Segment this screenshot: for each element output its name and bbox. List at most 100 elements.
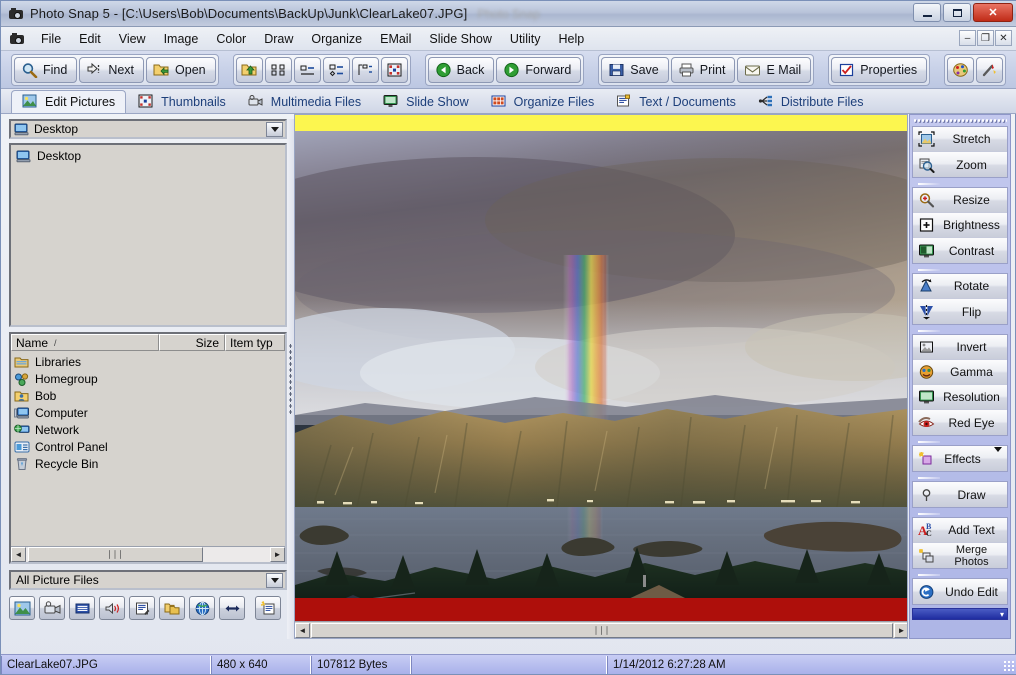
- viewer-scroll-left-button[interactable]: ◄: [295, 622, 310, 638]
- menu-utility[interactable]: Utility: [501, 29, 550, 49]
- tree-item-desktop[interactable]: Desktop: [14, 148, 282, 164]
- stretch-button[interactable]: Stretch: [913, 127, 1007, 152]
- menu-help[interactable]: Help: [549, 29, 593, 49]
- image-viewer[interactable]: ◄ ∣∣∣ ►: [294, 114, 908, 639]
- list-item[interactable]: Libraries: [14, 353, 282, 370]
- multimedia-button[interactable]: [39, 596, 65, 620]
- menu-draw[interactable]: Draw: [255, 29, 302, 49]
- menu-file[interactable]: File: [32, 29, 70, 49]
- chevron-down-icon[interactable]: [994, 446, 1002, 466]
- menu-slide-show[interactable]: Slide Show: [420, 29, 501, 49]
- viewer-hscroll-thumb[interactable]: ∣∣∣: [311, 622, 893, 638]
- resize-button[interactable]: Resize: [913, 188, 1007, 213]
- menu-color[interactable]: Color: [207, 29, 255, 49]
- brightness-button[interactable]: Brightness: [913, 213, 1007, 238]
- list-item[interactable]: Computer: [14, 404, 282, 421]
- effects-button[interactable]: Effects: [913, 446, 1007, 471]
- red-eye-button[interactable]: Red Eye: [913, 410, 1007, 435]
- hscroll-track[interactable]: ∣∣∣: [26, 547, 270, 562]
- menu-organize[interactable]: Organize: [302, 29, 371, 49]
- zoom-button[interactable]: Zoom: [913, 152, 1007, 177]
- view-large-icons-button[interactable]: [264, 56, 292, 83]
- menu-image[interactable]: Image: [155, 29, 208, 49]
- compare-button[interactable]: [219, 596, 245, 620]
- internet-button[interactable]: [189, 596, 215, 620]
- viewer-scroll-right-button[interactable]: ►: [894, 622, 907, 638]
- list-item[interactable]: Recycle Bin: [14, 455, 282, 472]
- column-header-item-type[interactable]: Item typ: [225, 334, 285, 351]
- mdi-restore-button[interactable]: ❐: [977, 30, 994, 46]
- find-button[interactable]: Find: [14, 56, 78, 83]
- documents-button[interactable]: [69, 596, 95, 620]
- mdi-close-button[interactable]: ✕: [995, 30, 1012, 46]
- view-tiles-button[interactable]: [351, 56, 379, 83]
- minimize-button[interactable]: [913, 3, 941, 22]
- back-button[interactable]: Back: [427, 56, 495, 83]
- tab-slide-show[interactable]: Slide Show: [373, 91, 479, 113]
- merge-photos-button[interactable]: Merge Photos: [913, 543, 1007, 568]
- file-list-hscrollbar[interactable]: ◄ ∣∣∣ ►: [11, 546, 285, 562]
- tools-panel-scroll-indicator[interactable]: ▾: [912, 608, 1008, 620]
- tab-multimedia-files[interactable]: Multimedia Files: [238, 91, 371, 113]
- scroll-left-button[interactable]: ◄: [11, 547, 26, 562]
- effects-tool-button[interactable]: [976, 56, 1004, 83]
- view-list-button[interactable]: [293, 56, 321, 83]
- resolution-button[interactable]: Resolution: [913, 385, 1007, 410]
- resize-grip[interactable]: [1003, 660, 1015, 672]
- scroll-right-button[interactable]: ►: [270, 547, 285, 562]
- open-button[interactable]: Open: [146, 56, 216, 83]
- contrast-button[interactable]: Contrast: [913, 238, 1007, 263]
- forward-button[interactable]: Forward: [496, 56, 582, 83]
- invert-button[interactable]: Invert: [913, 335, 1007, 360]
- move-up-folder-button[interactable]: [235, 56, 263, 83]
- viewer-hscrollbar[interactable]: ◄ ∣∣∣ ►: [295, 621, 907, 638]
- maximize-button[interactable]: [943, 3, 971, 22]
- thumbnails-button[interactable]: [380, 56, 408, 83]
- folder-combo-arrow[interactable]: [266, 122, 283, 137]
- properties-button[interactable]: Properties: [831, 56, 928, 83]
- tab-distribute-files[interactable]: Distribute Files: [748, 91, 874, 113]
- flip-button[interactable]: Flip: [913, 299, 1007, 324]
- view-details-button[interactable]: [322, 56, 350, 83]
- draw-button[interactable]: Draw: [913, 482, 1007, 507]
- undo-edit-button[interactable]: Undo Edit: [913, 579, 1007, 604]
- add-text-button[interactable]: ABC Add Text: [913, 518, 1007, 543]
- column-header-size[interactable]: Size: [159, 334, 225, 351]
- tab-organize-files[interactable]: Organize Files: [481, 91, 605, 113]
- menu-view[interactable]: View: [110, 29, 155, 49]
- palette-button[interactable]: [947, 56, 975, 83]
- copy-files-button[interactable]: [255, 596, 281, 620]
- homegroup-icon: [14, 372, 30, 386]
- close-button[interactable]: ✕: [973, 3, 1013, 22]
- list-item[interactable]: Control Panel: [14, 438, 282, 455]
- rotate-button[interactable]: Rotate: [913, 274, 1007, 299]
- text-files-button[interactable]: [129, 596, 155, 620]
- panel-splitter[interactable]: [287, 119, 294, 639]
- audio-button[interactable]: [99, 596, 125, 620]
- folder-tree[interactable]: Desktop: [9, 143, 287, 327]
- menu-email[interactable]: EMail: [371, 29, 420, 49]
- email-button[interactable]: E Mail: [737, 56, 812, 83]
- next-button[interactable]: Next: [79, 56, 145, 83]
- gamma-button[interactable]: Gamma: [913, 360, 1007, 385]
- column-header-name[interactable]: Name /: [11, 334, 159, 351]
- folder-combo[interactable]: Desktop: [9, 119, 287, 139]
- tab-text-documents[interactable]: Text / Documents: [606, 91, 746, 113]
- all-files-button[interactable]: [159, 596, 185, 620]
- checkbox-properties-icon: [838, 62, 855, 78]
- tab-thumbnails[interactable]: Thumbnails: [128, 91, 236, 113]
- save-button[interactable]: Save: [601, 56, 669, 83]
- file-filter-combo[interactable]: All Picture Files: [9, 570, 287, 590]
- list-item[interactable]: Bob: [14, 387, 282, 404]
- picture-files-button[interactable]: [9, 596, 35, 620]
- status-extra: [411, 655, 607, 674]
- hscroll-thumb[interactable]: ∣∣∣: [28, 547, 203, 562]
- list-item[interactable]: Network: [14, 421, 282, 438]
- print-button[interactable]: Print: [670, 56, 736, 83]
- tools-panel-grip[interactable]: [913, 118, 1007, 124]
- menu-edit[interactable]: Edit: [70, 29, 110, 49]
- mdi-minimize-button[interactable]: –: [959, 30, 976, 46]
- list-item[interactable]: Homegroup: [14, 370, 282, 387]
- file-filter-arrow[interactable]: [266, 573, 283, 588]
- tab-edit-pictures[interactable]: Edit Pictures: [11, 90, 127, 113]
